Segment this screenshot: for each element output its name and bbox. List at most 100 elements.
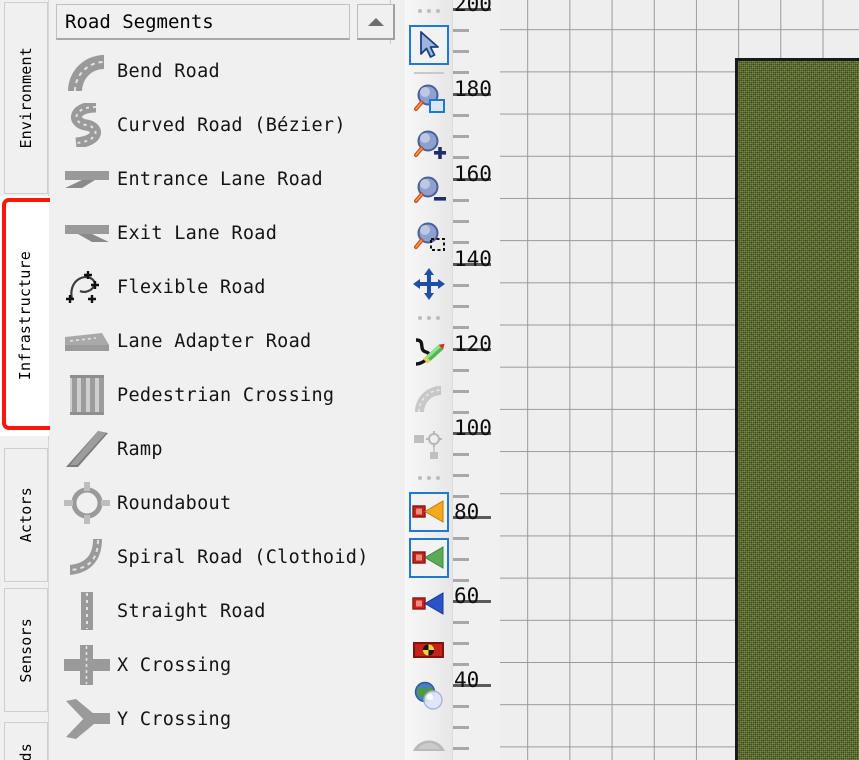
ruler-label: 160 — [454, 162, 492, 186]
ruler-label: 100 — [454, 416, 492, 440]
terrain-texture — [738, 61, 859, 760]
palette-item-spiral-road-clothoid[interactable]: Spiral Road (Clothoid) — [56, 530, 391, 584]
zoom-out-icon — [409, 172, 449, 212]
ruler-minor-tick — [453, 305, 469, 308]
palette-item-x-crossing[interactable]: X Crossing — [56, 638, 391, 692]
palette-item-label: Entrance Lane Road — [117, 168, 323, 190]
ramp-icon — [60, 426, 114, 472]
exit-lane-icon — [60, 210, 114, 256]
spiral-road-icon — [60, 534, 114, 580]
node-link-icon — [409, 424, 449, 464]
palette-item-entrance-lane-road[interactable]: Entrance Lane Road — [56, 152, 391, 206]
pedestrian-crossing-icon — [60, 372, 114, 418]
ruler-minor-tick — [453, 453, 469, 456]
palette-item-flexible-road[interactable]: Flexible Road — [56, 260, 391, 314]
palette-item-label: Exit Lane Road — [117, 222, 278, 244]
toolbar-button-node-link — [405, 421, 452, 467]
y-crossing-icon — [60, 696, 114, 742]
ruler-label: 200 — [454, 0, 492, 16]
toolbar-button-pan-move[interactable] — [405, 261, 452, 307]
palette-item-straight-road[interactable]: Straight Road — [56, 584, 391, 638]
toolbar-button-radar-sensor[interactable] — [405, 489, 452, 535]
ruler-minor-tick — [453, 642, 469, 645]
editor-toolbar — [405, 0, 453, 760]
toolbar-button-select-cursor[interactable] — [405, 22, 452, 68]
palette-item-label: Bend Road — [117, 60, 220, 82]
sidebar-tab-actors[interactable]: Actors — [4, 448, 48, 582]
toolbar-drag-grip[interactable] — [405, 307, 452, 329]
sidebar-tab-environment[interactable]: Environment — [4, 2, 48, 194]
ruler-minor-tick — [453, 156, 469, 159]
ruler-minor-tick — [453, 220, 469, 223]
ruler-label: 60 — [454, 584, 480, 608]
palette-item-label: Curved Road (Bézier) — [117, 114, 346, 136]
ruler-minor-tick — [453, 663, 469, 666]
toolbar-drag-grip[interactable] — [405, 0, 452, 22]
simulation-editor-window: Environment Infrastructure Actors Sensor… — [0, 0, 859, 760]
ruler-label: 140 — [454, 247, 492, 271]
terrain-patch[interactable] — [735, 58, 859, 760]
pan-move-icon — [409, 264, 449, 304]
ruler-minor-tick — [453, 726, 469, 729]
sidebar-tab-sensors[interactable]: Sensors — [4, 588, 48, 712]
ruler-minor-tick — [453, 369, 469, 372]
sidebar-tab-environment-label: Environment — [17, 47, 35, 149]
globe-world-icon — [409, 676, 449, 716]
toolbar-button-zoom-out[interactable] — [405, 169, 452, 215]
sidebar-tab-roads[interactable]: ds — [4, 722, 48, 760]
zoom-window-icon — [409, 80, 449, 120]
palette-item-lane-adapter-road[interactable]: Lane Adapter Road — [56, 314, 391, 368]
toolbar-button-traffic-light[interactable] — [405, 627, 452, 673]
toolbar-button-camera-sensor[interactable] — [405, 581, 452, 627]
ruler-minor-tick — [453, 199, 469, 202]
palette-item-roundabout[interactable]: Roundabout — [56, 476, 391, 530]
camera-sensor-icon — [409, 584, 449, 624]
palette-item-label: Pedestrian Crossing — [117, 384, 335, 406]
palette-item-curved-road-b-zier[interactable]: Curved Road (Bézier) — [56, 98, 391, 152]
toolbar-button-draw-curve-pencil[interactable] — [405, 329, 452, 375]
toolbar-button-lidar-sensor[interactable] — [405, 535, 452, 581]
ruler-minor-tick — [453, 241, 469, 244]
palette-title: Road Segments — [56, 4, 350, 40]
road-segments-panel: Road Segments Bend Road Curved Road (Bézi… — [50, 0, 395, 760]
palette-scroll-up-button[interactable] — [357, 4, 395, 40]
road-segments-list[interactable]: Bend Road Curved Road (Bézier) Entrance La… — [56, 44, 391, 760]
toolbar-button-arc-road — [405, 375, 452, 421]
ruler-label: 80 — [454, 500, 480, 524]
scenario-canvas[interactable] — [500, 0, 859, 760]
palette-item-y-crossing[interactable]: Y Crossing — [56, 692, 391, 746]
palette-item-ramp[interactable]: Ramp — [56, 422, 391, 476]
ruler-minor-tick — [453, 621, 469, 624]
radar-sensor-icon — [408, 492, 449, 532]
sidebar-tab-infrastructure[interactable]: Infrastructure — [0, 196, 49, 436]
zoom-region-icon — [409, 218, 449, 258]
sidebar-tab-sensors-label: Sensors — [17, 617, 35, 683]
ruler-minor-tick — [453, 114, 469, 117]
toolbar-button-globe-world[interactable] — [405, 673, 452, 719]
palette-item-label: Y Crossing — [117, 708, 232, 730]
palette-item-pedestrian-crossing[interactable]: Pedestrian Crossing — [56, 368, 391, 422]
ruler-minor-tick — [453, 474, 469, 477]
toolbar-button-zoom-region[interactable] — [405, 215, 452, 261]
ruler-minor-tick — [453, 50, 469, 53]
palette-item-label: Spiral Road (Clothoid) — [117, 546, 369, 568]
bend-road-icon — [60, 48, 114, 94]
toolbar-button-zoom-in[interactable] — [405, 123, 452, 169]
palette-item-bend-road[interactable]: Bend Road — [56, 44, 391, 98]
palette-header: Road Segments — [56, 4, 395, 40]
ruler-minor-tick — [453, 747, 469, 750]
ruler-minor-tick — [453, 284, 469, 287]
palette-item-label: Roundabout — [117, 492, 232, 514]
palette-item-label: Ramp — [117, 438, 163, 460]
ruler-minor-tick — [453, 705, 469, 708]
sidebar-tab-actors-label: Actors — [17, 487, 35, 543]
palette-item-label: X Crossing — [117, 654, 232, 676]
flexible-road-icon — [60, 264, 114, 310]
palette-item-exit-lane-road[interactable]: Exit Lane Road — [56, 206, 391, 260]
ruler-minor-tick — [453, 411, 469, 414]
toolbar-button-zoom-window[interactable] — [405, 77, 452, 123]
palette-item-label: Straight Road — [117, 600, 266, 622]
ruler-minor-tick — [453, 135, 469, 138]
lidar-sensor-icon — [408, 538, 449, 578]
toolbar-drag-grip[interactable] — [405, 467, 452, 489]
